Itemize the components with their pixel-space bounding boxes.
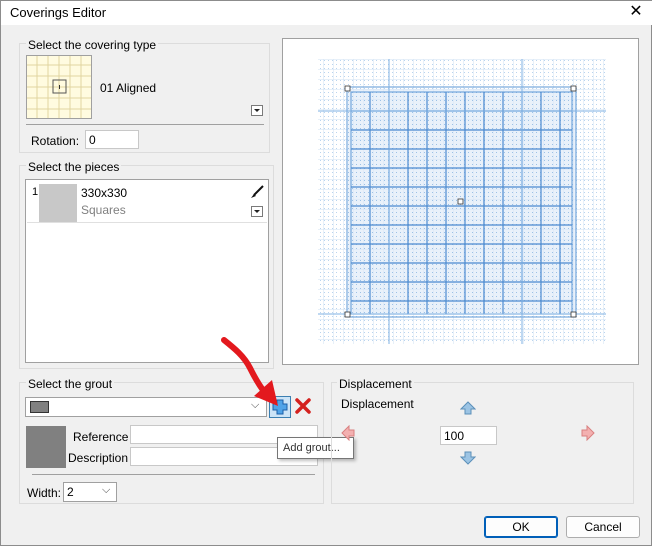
brush-icon[interactable] <box>249 184 265 203</box>
move-down-icon[interactable] <box>459 451 477 468</box>
width-select[interactable]: 2 ⌵ <box>63 482 117 502</box>
covering-type-divider <box>26 124 264 125</box>
close-icon[interactable]: ✕ <box>627 3 645 21</box>
tiling-preview-canvas <box>318 59 606 344</box>
covering-type-dropdown[interactable] <box>251 105 263 116</box>
width-value: 2 <box>67 485 74 499</box>
title-bar: Coverings Editor ✕ <box>1 1 653 25</box>
piece-shape: Squares <box>81 203 126 217</box>
chevron-down-icon: ⌵ <box>102 484 111 496</box>
list-item[interactable]: 1 330x330 Squares <box>27 181 267 223</box>
displacement-group-label: Displacement <box>337 377 414 391</box>
piece-thumbnail <box>39 184 77 222</box>
rotation-value: 0 <box>89 133 96 147</box>
piece-size: 330x330 <box>81 186 128 200</box>
pieces-group-label: Select the pieces <box>26 160 122 174</box>
delete-grout-icon[interactable] <box>294 397 312 418</box>
cancel-button[interactable]: Cancel <box>566 516 640 538</box>
piece-index: 1 <box>32 186 39 198</box>
red-arrow-annotation <box>221 337 278 406</box>
covering-type-group-label: Select the covering type <box>26 38 159 52</box>
ok-button[interactable]: OK <box>484 516 558 538</box>
aligned-pattern-icon <box>27 56 91 118</box>
window-title: Coverings Editor <box>10 5 107 20</box>
reference-label: Reference <box>73 430 129 444</box>
displacement-inner-label: Displacement <box>341 397 414 411</box>
covering-type-selected: 01 Aligned <box>100 81 157 95</box>
move-right-icon[interactable] <box>581 424 595 444</box>
coverings-editor-window: Coverings Editor ✕ Select the covering t… <box>0 0 653 546</box>
covering-type-thumbnail[interactable] <box>26 55 92 119</box>
rotation-input[interactable]: 0 <box>85 130 139 149</box>
grout-divider <box>32 474 315 475</box>
displacement-input[interactable]: 100 <box>440 426 497 445</box>
rotation-label: Rotation: <box>31 134 80 148</box>
piece-dropdown[interactable] <box>251 206 263 217</box>
grout-color-preview <box>26 426 66 468</box>
grout-color-swatch <box>30 401 49 413</box>
preview-panel <box>282 38 639 365</box>
move-left-icon[interactable] <box>341 424 355 444</box>
grout-group-label: Select the grout <box>26 377 115 391</box>
width-label: Width: <box>27 486 62 500</box>
displacement-value: 100 <box>444 429 465 443</box>
description-label: Description <box>68 451 129 465</box>
move-up-icon[interactable] <box>459 401 477 418</box>
